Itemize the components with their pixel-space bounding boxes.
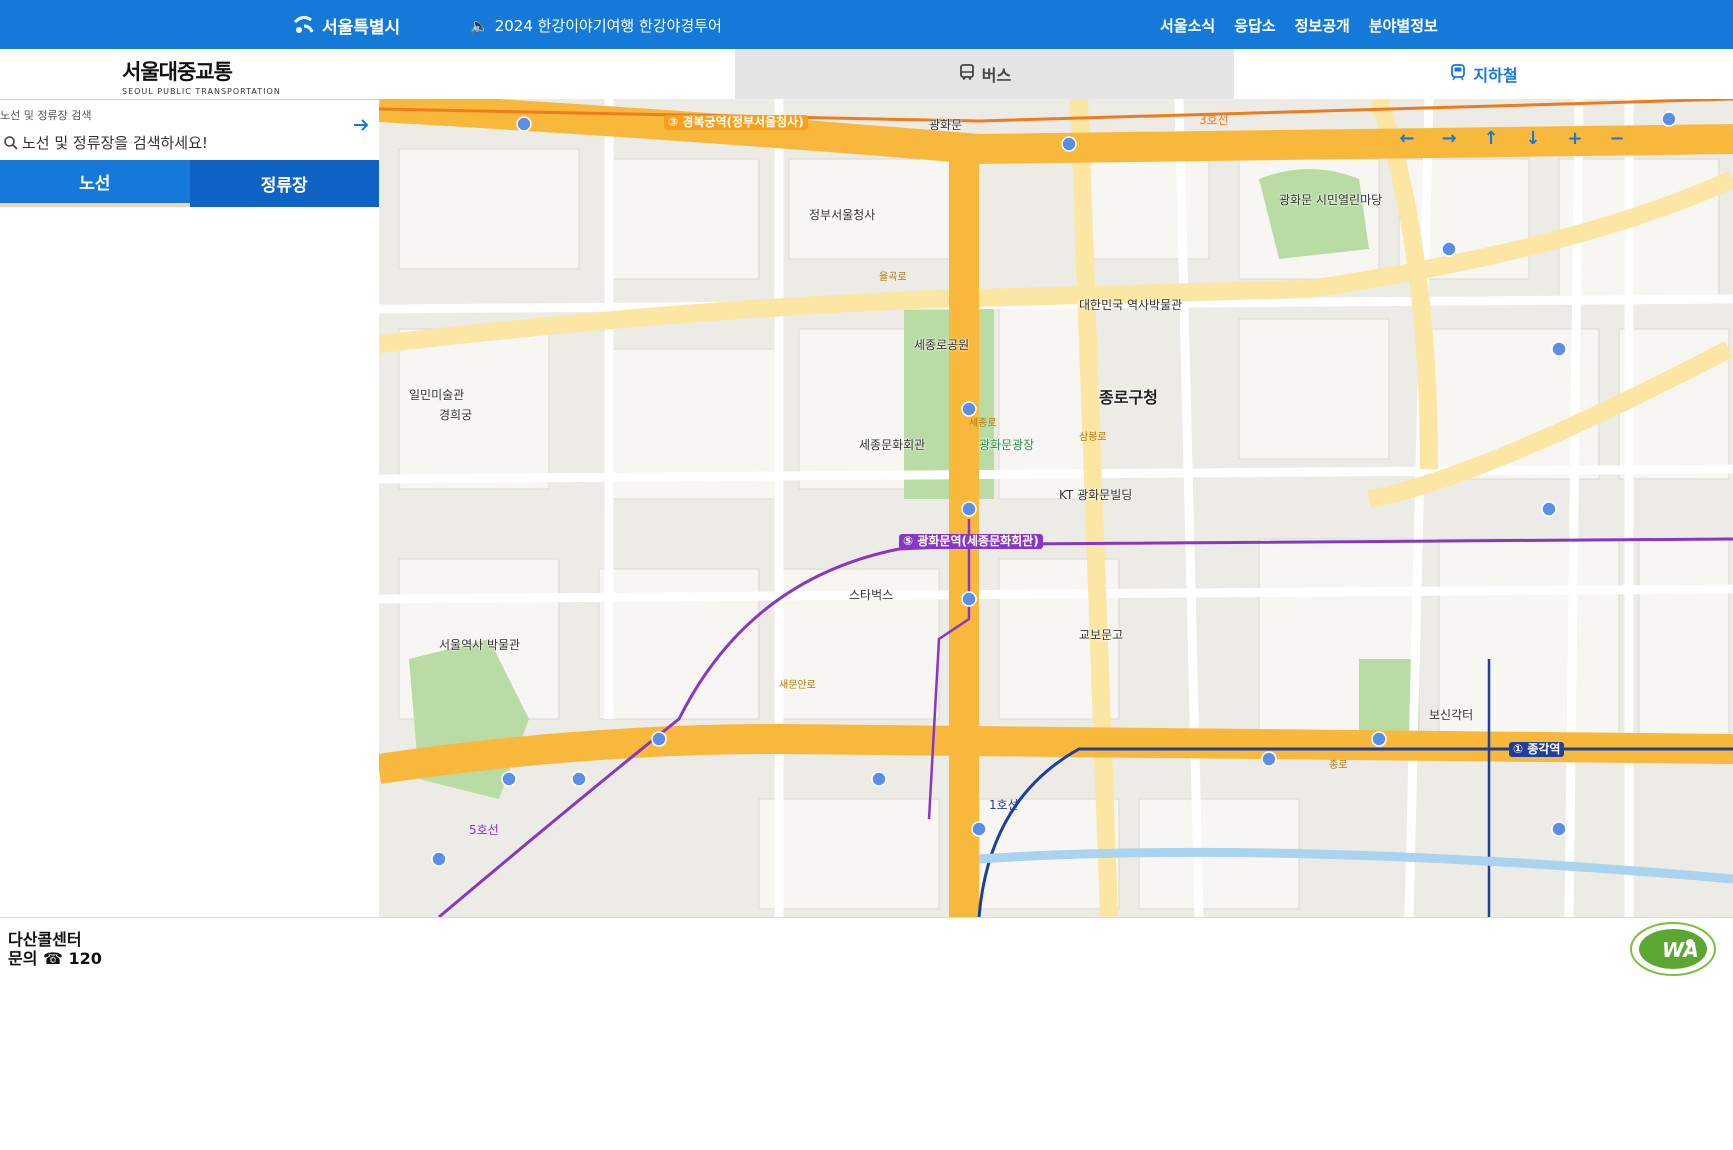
map-label-jongno-office: 종로구청 — [1099, 388, 1158, 407]
map-base — [379, 99, 1733, 917]
pan-down-icon[interactable]: ↓ — [1523, 128, 1543, 149]
map-label-seoul-museum: 서울역사 박물관 — [439, 638, 521, 652]
top-bar: 서울특별시 🔈 2024 한강이야기여행 한강야경투어 서울소식 응답소 정보공… — [0, 0, 1733, 49]
dasan-title: 다산콜센터 — [8, 930, 82, 949]
nav-seoul-news[interactable]: 서울소식 — [1160, 15, 1215, 36]
nav-eungdapso[interactable]: 응답소 — [1234, 15, 1275, 36]
map-label-gyeonghuigung: 경희궁 — [439, 408, 473, 422]
tab-route[interactable]: 노선 — [0, 160, 190, 207]
map-label-starbucks: 스타벅스 — [849, 588, 894, 602]
brand-subtitle: SEOUL PUBLIC TRANSPORTATION — [122, 87, 281, 96]
zoom-in-icon[interactable]: + — [1565, 128, 1585, 149]
map-controls: ← → ↑ ↓ + − — [1397, 128, 1627, 149]
search-label: 노선 및 정류장 검색 — [0, 109, 92, 122]
map-label-line1: 1호선 — [989, 798, 1019, 812]
top-nav: 서울소식 응답소 정보공개 분야별정보 — [1160, 15, 1438, 36]
brand[interactable]: 서울대중교통 SEOUL PUBLIC TRANSPORTATION — [122, 56, 281, 96]
map-label-sambong-ro: 삼봉로 — [1079, 432, 1107, 443]
pan-up-icon[interactable]: ↑ — [1481, 128, 1501, 149]
dasan-call-center: 다산콜센터 문의 ☎ 120 — [8, 930, 102, 968]
footer-divider — [0, 917, 1733, 918]
speaker-icon: 🔈 — [470, 16, 489, 35]
subway-icon — [1449, 63, 1467, 85]
pan-right-icon[interactable]: → — [1439, 128, 1459, 149]
seoul-logo[interactable]: 서울특별시 — [290, 10, 400, 40]
nav-field-info[interactable]: 분야별정보 — [1369, 15, 1438, 36]
nav-info-open[interactable]: 정보공개 — [1295, 15, 1350, 36]
map-label-jeongbu: 정부서울청사 — [809, 208, 876, 222]
tab-subway-label: 지하철 — [1473, 66, 1518, 85]
map-label-gwanghwamun-station[interactable]: ⑤ 광화문역(세종문화회관) — [899, 534, 1043, 549]
map-label-jongno: 종로 — [1329, 760, 1348, 771]
notice-text: 2024 한강이야기여행 한강야경투어 — [494, 17, 722, 35]
map-label-bosingak: 보신각터 — [1429, 708, 1474, 722]
tab-bus[interactable]: 버스 — [735, 49, 1234, 99]
map-label-sejongno: 세종로 — [969, 418, 997, 429]
map-label-kt: KT 광화문빌딩 — [1059, 488, 1133, 502]
map-label-gwanghwamun: 광화문 — [929, 118, 963, 132]
notice-banner[interactable]: 🔈 2024 한강이야기여행 한강야경투어 — [470, 15, 722, 36]
seoul-logo-icon — [293, 15, 314, 33]
sub-tabs: 노선 정류장 — [0, 160, 379, 207]
map-view[interactable]: 광화문 세종문화회관 종로구청 ③ 경복궁역(정부서울청사) ⑤ 광화문역(세종… — [379, 99, 1733, 917]
dasan-phone: 문의 ☎ 120 — [8, 949, 102, 968]
header-divider — [0, 99, 379, 100]
tab-stop[interactable]: 정류장 — [189, 160, 379, 207]
map-label-sejong-park: 세종로공원 — [914, 338, 970, 352]
zoom-out-icon[interactable]: − — [1607, 128, 1627, 149]
web-accessibility-mark-icon: WA — [1630, 922, 1716, 976]
mode-tabs: 버스 지하철 — [735, 49, 1733, 99]
map-label-line5: 5호선 — [469, 823, 499, 837]
map-label-museum: 대한민국 역사박물관 — [1079, 298, 1183, 312]
search-icon — [4, 136, 18, 150]
pan-left-icon[interactable]: ← — [1397, 128, 1417, 149]
map-label-ilmin: 일민미술관 — [409, 388, 465, 402]
map-label-sejong-center: 세종문화회관 — [859, 438, 926, 452]
map-label-line3: 3호선 — [1199, 113, 1229, 127]
tab-subway[interactable]: 지하철 — [1234, 49, 1733, 99]
map-label-gwanghwamun-square: 광화문광장 — [979, 438, 1035, 452]
search-input[interactable] — [0, 134, 330, 152]
search-box — [0, 129, 379, 157]
bus-icon — [958, 63, 976, 85]
map-label-citizen-yard: 광화문 시민열린마당 — [1279, 193, 1383, 207]
map-label-kyobo: 교보문고 — [1079, 628, 1124, 642]
logo-text: 서울특별시 — [322, 17, 401, 38]
map-label-saemunan-ro: 새문안로 — [779, 680, 816, 691]
map-label-jonggak-station[interactable]: ① 종각역 — [1509, 742, 1565, 757]
brand-title: 서울대중교통 — [122, 60, 233, 84]
map-label-gyeongbokgung-station[interactable]: ③ 경복궁역(정부서울청사) — [664, 115, 808, 130]
map-label-yulgok-ro: 율곡로 — [879, 272, 907, 283]
tab-bus-label: 버스 — [981, 66, 1012, 85]
